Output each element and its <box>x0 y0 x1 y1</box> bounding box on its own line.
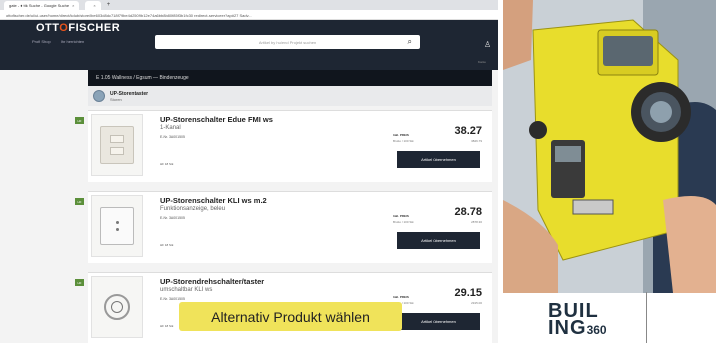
product-desc: Funktionsanzeige, beleu <box>160 206 226 212</box>
product-desc: 1-Kanal <box>160 125 181 131</box>
brand-logo: BUIL ING360 <box>548 301 607 339</box>
logo-text: FISCHER <box>68 22 121 34</box>
user-icon[interactable]: ♙ <box>484 40 491 49</box>
search-icon[interactable]: ⌕ <box>408 37 412 47</box>
address-bar[interactable]: ottofischer.de/ui/ui-user/home/direct/kd… <box>0 10 498 20</box>
product-number: E-Nr. 3A001505 <box>160 135 185 139</box>
product-number: E-Nr. 3A001505 <box>160 216 185 220</box>
category-header: UP-Storentaster Storen <box>88 86 492 106</box>
new-tab-button[interactable]: + <box>107 2 111 8</box>
price-small: 2915.00 <box>471 301 482 305</box>
add-article-button[interactable]: Artikel übernehmen <box>397 313 480 330</box>
search-input[interactable]: Artikel by hu/end Projekt suchen ⌕ <box>155 35 420 49</box>
tab-label: gate - ♦ ttk Suche - Google Suche <box>9 2 70 8</box>
product-unit: HF 18 Stk <box>160 243 174 247</box>
product-name[interactable]: UP-Storenschalter Edue FMI ws <box>160 115 273 124</box>
divider <box>646 292 647 343</box>
product-unit: HF 18 Stk <box>160 324 174 328</box>
category-subtitle: Storen <box>110 96 122 102</box>
close-icon[interactable]: × <box>72 3 74 8</box>
nav-item[interactable]: Profi Shop <box>32 39 51 44</box>
product-tag: HF <box>75 198 84 205</box>
logo-text: OTT <box>36 22 60 34</box>
price-small: 3826.79 <box>471 139 482 143</box>
price-label: Inkl. PREIS <box>393 295 409 299</box>
account-label[interactable]: Konto <box>478 60 486 64</box>
price-label: Inkl. PREIS <box>393 133 409 137</box>
browser-tab[interactable]: gate - ♦ ttk Suche - Google Suche × <box>4 0 80 10</box>
logo-mark: O <box>59 22 69 34</box>
dial-switch-icon <box>104 294 130 320</box>
total-station-illustration <box>503 0 716 293</box>
brand-line: ING <box>548 317 587 339</box>
product-price: 38.27 <box>454 125 482 137</box>
close-icon[interactable]: × <box>93 3 95 8</box>
add-article-button[interactable]: Artikel übernehmen <box>397 151 480 168</box>
switch-icon <box>100 207 134 245</box>
surveying-device-photo <box>503 0 716 293</box>
product-tag: HF <box>75 279 84 286</box>
price-small: 2878.30 <box>471 220 482 224</box>
product-price: 29.15 <box>454 287 482 299</box>
price-label: Inkl. PREIS <box>393 214 409 218</box>
nav-item[interactable]: Ihr herrichten <box>61 39 85 44</box>
search-placeholder: Artikel by hu/end Projekt suchen <box>258 39 317 45</box>
browser-window: gate - ♦ ttk Suche - Google Suche × × + o… <box>0 0 498 343</box>
top-nav: Profi Shop Ihr herrichten <box>32 39 84 44</box>
product-number: E-Nr. 3A001505 <box>160 297 185 301</box>
product-unit: HF 18 Stk <box>160 162 174 166</box>
add-article-button[interactable]: Artikel übernehmen <box>397 232 480 249</box>
brand-number: 360 <box>586 323 607 337</box>
logo[interactable]: OTTOFISCHER <box>36 22 120 34</box>
product-card: HF UP-Storenschalter Edue FMI ws 1-Kanal… <box>75 110 492 182</box>
tab-bar: gate - ♦ ttk Suche - Google Suche × × + <box>0 0 498 10</box>
product-image[interactable] <box>91 276 143 338</box>
product-name[interactable]: UP-Storenschalter KLI ws m.2 <box>160 196 267 205</box>
product-image[interactable] <box>91 195 143 257</box>
product-card: HF UP-Storenschalter KLI ws m.2 Funktion… <box>75 191 492 263</box>
category-title: UP-Storentaster <box>110 90 149 97</box>
product-name[interactable]: UP-Storendrehschalter/taster <box>160 277 264 286</box>
price-sub: Brutto / 100 Stk <box>393 220 414 224</box>
category-icon <box>93 90 105 102</box>
caption-overlay: Alternativ Produkt wählen <box>179 302 402 331</box>
browser-tab[interactable]: × <box>85 0 101 10</box>
product-price: 28.78 <box>454 206 482 218</box>
switch-icon <box>100 126 134 164</box>
breadcrumb: E 1.05 Wallness / Egsum — Bindenzeuge <box>88 70 492 86</box>
product-image[interactable] <box>91 114 143 176</box>
product-desc: umschaltbar KLI ws <box>160 287 213 293</box>
price-sub: Brutto / 100 Stk <box>393 139 414 143</box>
product-tag: HF <box>75 117 84 124</box>
